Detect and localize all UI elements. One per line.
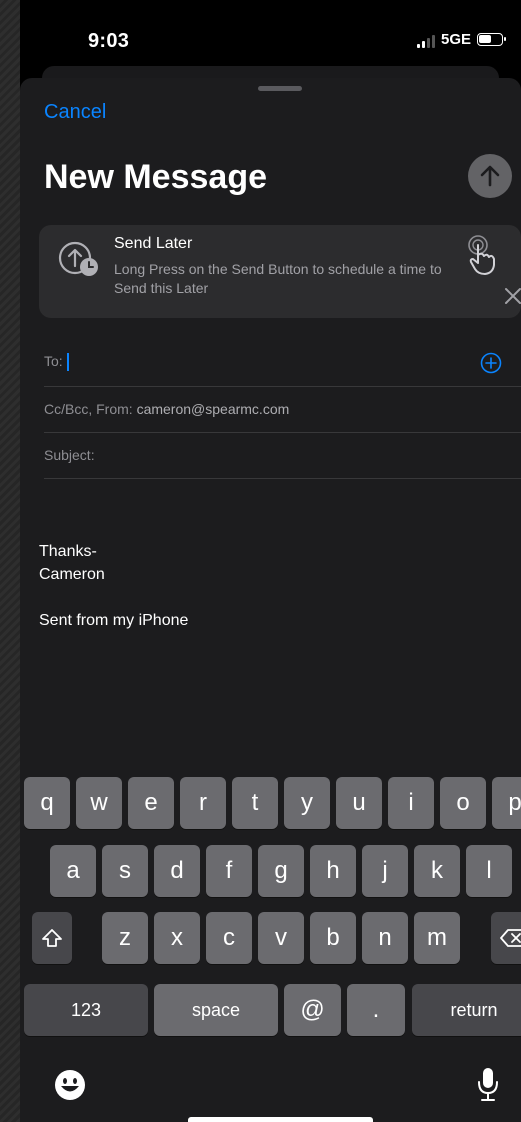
delete-key[interactable] (491, 912, 521, 964)
compose-sheet: Cancel New Message Send Later Long Press… (20, 78, 521, 778)
period-key[interactable]: . (347, 984, 405, 1036)
home-indicator[interactable] (188, 1117, 373, 1122)
return-key[interactable]: return (412, 984, 521, 1036)
message-body[interactable]: Thanks- Cameron Sent from my iPhone (39, 540, 188, 632)
numbers-key[interactable]: 123 (24, 984, 148, 1036)
signature: Sent from my iPhone (39, 612, 189, 629)
space-key[interactable]: space (154, 984, 278, 1036)
subject-label: Subject: (44, 447, 95, 463)
status-indicators: 5GE (416, 31, 506, 48)
tap-hand-icon (468, 235, 495, 275)
key-k[interactable]: k (414, 845, 460, 897)
signal-icon (416, 32, 435, 48)
text-cursor (66, 353, 69, 372)
keyboard: 123 space @ . return qwertyuiop asdfghjkl… (20, 767, 521, 1122)
key-a[interactable]: a (50, 845, 96, 897)
status-time: 9:03 (88, 30, 130, 52)
to-field[interactable]: To: (44, 353, 521, 372)
key-r[interactable]: r (180, 777, 226, 829)
key-y[interactable]: y (284, 777, 330, 829)
network-type: 5GE (440, 31, 471, 48)
send-button[interactable] (468, 154, 512, 198)
divider (44, 386, 521, 387)
key-x[interactable]: x (154, 912, 200, 964)
banner-title: Send Later (114, 235, 193, 252)
key-d[interactable]: d (154, 845, 200, 897)
key-o[interactable]: o (440, 777, 486, 829)
key-i[interactable]: i (388, 777, 434, 829)
key-z[interactable]: z (102, 912, 148, 964)
body-line: Cameron (39, 566, 105, 583)
add-contact-icon[interactable] (480, 352, 502, 374)
send-later-icon (58, 241, 98, 276)
banner-description: Long Press on the Send Button to schedul… (114, 261, 442, 296)
emoji-icon[interactable] (54, 1069, 86, 1101)
to-label: To: (44, 353, 63, 369)
key-w[interactable]: w (76, 777, 122, 829)
body-line: Thanks- (39, 543, 97, 560)
key-p[interactable]: p (492, 777, 521, 829)
background-texture (0, 0, 20, 1122)
shift-key[interactable] (32, 912, 72, 964)
key-l[interactable]: l (466, 845, 512, 897)
key-v[interactable]: v (258, 912, 304, 964)
divider (44, 432, 521, 433)
at-key[interactable]: @ (284, 984, 341, 1036)
subject-field[interactable]: Subject: (44, 447, 521, 463)
cc-bcc-label: Cc/Bcc, From: (44, 401, 133, 417)
delete-icon (500, 929, 521, 947)
phone-screen: 9:03 5GE Cancel New Message Send Later L… (20, 0, 521, 1122)
key-h[interactable]: h (310, 845, 356, 897)
key-e[interactable]: e (128, 777, 174, 829)
microphone-icon[interactable] (476, 1067, 500, 1103)
key-g[interactable]: g (258, 845, 304, 897)
key-b[interactable]: b (310, 912, 356, 964)
cancel-button[interactable]: Cancel (44, 101, 106, 124)
page-title: New Message (44, 158, 267, 196)
close-icon[interactable] (504, 287, 521, 305)
cc-bcc-from-field[interactable]: Cc/Bcc, From: cameron@spearmc.com (44, 401, 521, 417)
key-c[interactable]: c (206, 912, 252, 964)
key-f[interactable]: f (206, 845, 252, 897)
key-u[interactable]: u (336, 777, 382, 829)
shift-icon (42, 929, 62, 947)
key-n[interactable]: n (362, 912, 408, 964)
divider (44, 478, 521, 479)
battery-icon (477, 33, 506, 46)
arrow-up-icon (480, 165, 500, 187)
key-s[interactable]: s (102, 845, 148, 897)
key-q[interactable]: q (24, 777, 70, 829)
from-address: cameron@spearmc.com (136, 401, 290, 417)
key-m[interactable]: m (414, 912, 460, 964)
sheet-grabber[interactable] (258, 86, 302, 91)
send-later-banner: Send Later Long Press on the Send Button… (39, 225, 521, 318)
key-t[interactable]: t (232, 777, 278, 829)
key-j[interactable]: j (362, 845, 408, 897)
